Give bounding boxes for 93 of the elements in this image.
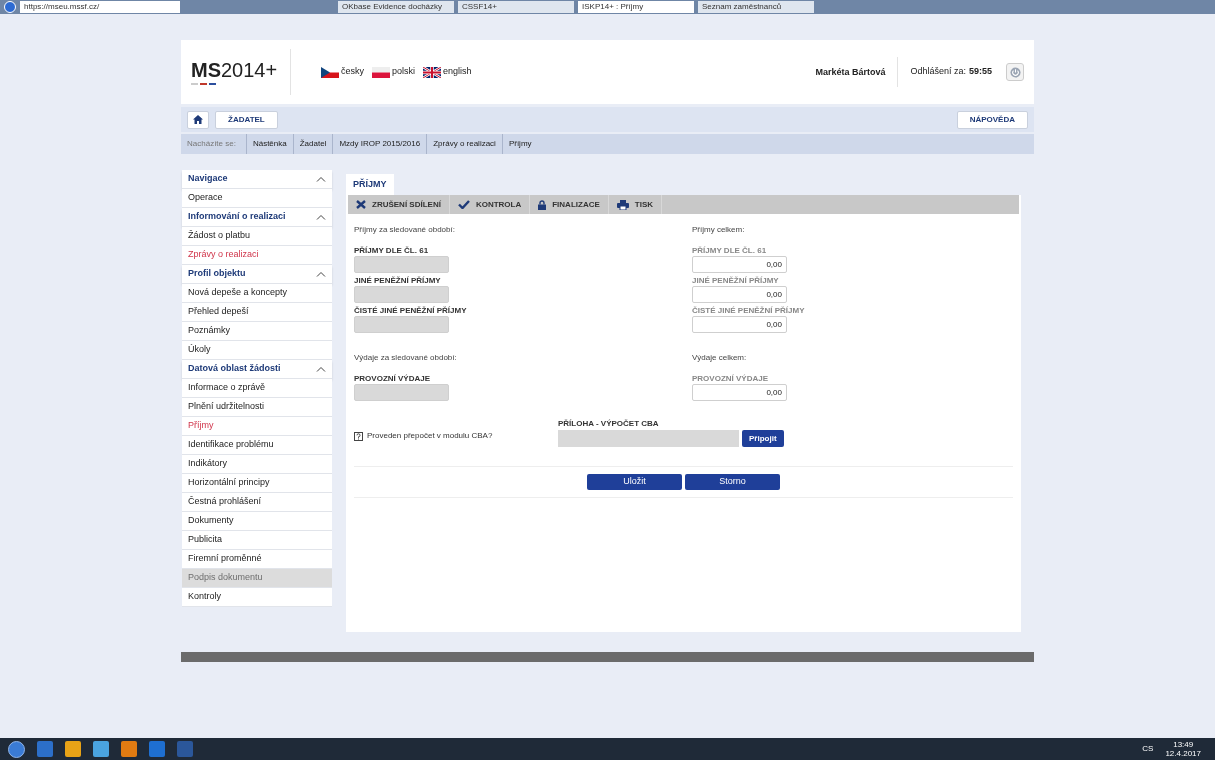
sidebar-item[interactable]: Identifikace problému	[182, 436, 332, 455]
field-label: PŘÍLOHA - VÝPOČET CBA	[558, 418, 660, 430]
logo-stripes-icon	[191, 82, 216, 85]
sidebar-item[interactable]: Dokumenty	[182, 512, 332, 531]
toolbar-button[interactable]: KONTROLA	[449, 195, 531, 214]
sidebar-item[interactable]: Horizontální principy	[182, 474, 332, 493]
browser-tab[interactable]: CSSF14+	[458, 1, 574, 13]
clock-date: 12.4.2017	[1165, 749, 1201, 758]
sidebar-section-header[interactable]: Profil objektu	[182, 265, 332, 284]
flag-icon	[423, 66, 442, 78]
sidebar-item[interactable]: Čestná prohlášení	[182, 493, 332, 512]
language-indicator[interactable]: CS	[1142, 743, 1154, 755]
sidebar-section-header[interactable]: Informování o realizaci	[182, 208, 332, 227]
language-link[interactable]: polski	[392, 65, 416, 79]
cba-question: Proveden přepočet v modulu CBA?	[367, 430, 493, 442]
breadcrumb-link[interactable]: Mzdy IROP 2015/2016	[332, 134, 427, 154]
browser-tab[interactable]: Seznam zaměstnanců	[698, 1, 814, 13]
start-button[interactable]	[8, 740, 25, 758]
taskbar-app-icon[interactable]	[121, 741, 137, 757]
section-title: Příjmy za sledované období:	[354, 224, 456, 236]
sidebar-item[interactable]: Úkoly	[182, 341, 332, 360]
chevron-up-icon	[316, 214, 326, 220]
sidebar-item[interactable]: Příjmy	[182, 417, 332, 436]
field-label: JINÉ PENĚŽNÍ PŘÍJMY	[354, 276, 442, 286]
chevron-up-icon	[316, 271, 326, 277]
flag-icon	[372, 66, 390, 78]
sidebar-item[interactable]: Firemní proměnné	[182, 550, 332, 569]
field-label: PROVOZNÍ VÝDAJE	[354, 374, 431, 384]
toolbar-button[interactable]: FINALIZACE	[530, 195, 609, 214]
toolbar-button[interactable]: ZRUŠENÍ SDÍLENÍ	[348, 195, 450, 214]
breadcrumb-link[interactable]: Nástěnka	[245, 134, 293, 154]
section-title: Výdaje celkem:	[692, 352, 748, 364]
zadatel-button[interactable]: ŽADATEL	[215, 110, 278, 129]
chevron-up-icon	[316, 176, 326, 182]
sidebar-item[interactable]: Publicita	[182, 531, 332, 550]
attach-button[interactable]: Připojit	[742, 430, 784, 447]
taskbar-app-icon[interactable]	[149, 741, 165, 757]
logout-timer: 59:55	[968, 65, 992, 79]
section-title: Příjmy celkem:	[692, 224, 746, 236]
panel-tab[interactable]: PŘÍJMY	[346, 174, 394, 195]
sidebar-item[interactable]: Nová depeše a koncepty	[182, 284, 332, 303]
browser-tab[interactable]: ISKP14+ : Příjmy	[578, 1, 694, 13]
total-input-field: 0,00	[692, 316, 787, 333]
save-button[interactable]: Uložit	[587, 474, 682, 490]
home-button[interactable]	[187, 110, 209, 129]
field-label: JINÉ PENĚŽNÍ PŘÍJMY	[692, 276, 780, 286]
clock-time: 13:49	[1173, 740, 1194, 749]
total-input-field: 0,00	[692, 256, 787, 273]
taskbar-app-icon[interactable]	[65, 741, 81, 757]
back-button[interactable]	[4, 1, 16, 13]
logo-text: MS2014+	[191, 59, 279, 80]
chevron-up-icon	[316, 366, 326, 372]
logout-label: Odhlášení za:	[910, 65, 966, 79]
sidebar-item[interactable]: Operace	[182, 189, 332, 208]
field-label: PŘÍJMY DLE ČL. 61	[354, 246, 430, 256]
sidebar-section-header[interactable]: Navigace	[182, 170, 332, 189]
sidebar-item[interactable]: Zprávy o realizaci	[182, 246, 332, 265]
breadcrumb-link[interactable]: Žadatel	[292, 134, 333, 154]
browser-tab[interactable]: OKbase Evidence docházky	[338, 1, 454, 13]
section-title: Výdaje za sledované období:	[354, 352, 458, 364]
help-icon[interactable]	[354, 431, 363, 441]
taskbar-app-icon[interactable]	[93, 741, 109, 757]
sidebar-item[interactable]: Indikátory	[182, 455, 332, 474]
sidebar-item[interactable]: Poznámky	[182, 322, 332, 341]
cross-icon	[356, 200, 366, 209]
address-bar[interactable]: https://mseu.mssf.cz/	[20, 1, 180, 13]
field-label: ČISTÉ JINÉ PENĚŽNÍ PŘÍJMY	[692, 306, 806, 316]
field-label: PROVOZNÍ VÝDAJE	[692, 374, 769, 384]
lock-icon	[538, 199, 547, 210]
field-label: PŘÍJMY DLE ČL. 61	[692, 246, 768, 256]
total-input-field: 0,00	[692, 286, 787, 303]
toolbar-button[interactable]: TISK	[608, 195, 663, 214]
taskbar-app-icon[interactable]	[177, 741, 193, 757]
home-icon	[193, 115, 203, 124]
sidebar-item[interactable]: Kontroly	[182, 588, 332, 607]
check-icon	[457, 200, 470, 209]
sidebar-item[interactable]: Žádost o platbu	[182, 227, 332, 246]
language-link[interactable]: česky	[341, 65, 364, 79]
user-name: Markéta Bártová	[815, 57, 899, 87]
sidebar-item[interactable]: Přehled depeší	[182, 303, 332, 322]
breadcrumb-label: Nacházíte se:	[187, 138, 236, 150]
print-icon	[616, 199, 629, 210]
flag-icon	[321, 66, 339, 78]
sidebar-section-header[interactable]: Datová oblast žádosti	[182, 360, 332, 379]
help-button[interactable]: NÁPOVĚDA	[956, 110, 1028, 129]
cancel-button[interactable]: Storno	[685, 474, 780, 490]
language-link[interactable]: english	[443, 65, 472, 79]
taskbar-app-icon[interactable]	[37, 741, 53, 757]
field-label: ČISTÉ JINÉ PENĚŽNÍ PŘÍJMY	[354, 306, 468, 316]
power-button[interactable]	[1006, 63, 1024, 81]
sidebar-item[interactable]: Informace o zprávě	[182, 379, 332, 398]
total-input-field: 0,00	[692, 384, 787, 401]
sidebar-item[interactable]: Plnění udržitelnosti	[182, 398, 332, 417]
